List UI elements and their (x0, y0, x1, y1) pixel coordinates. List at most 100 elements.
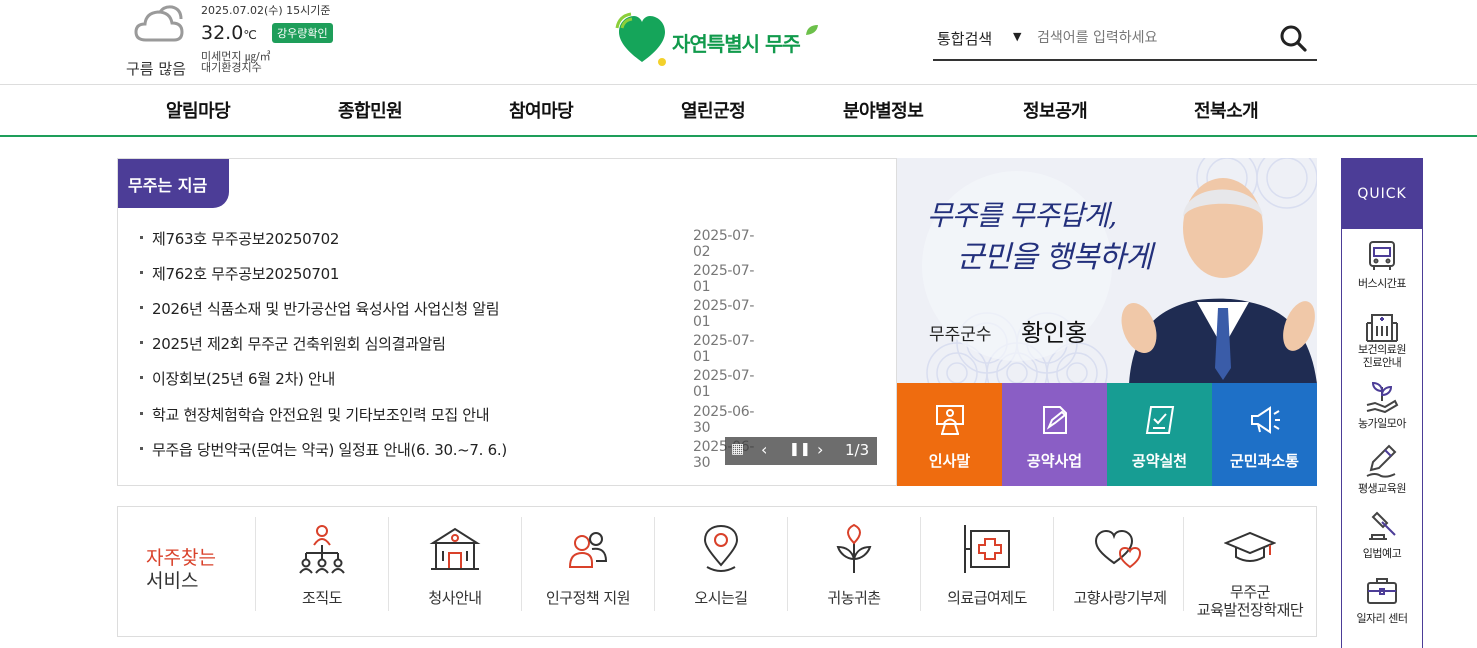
service-return-farm[interactable]: 귀농귀촌 (787, 517, 919, 611)
governor-banner: 무주를 무주답게, 군민을 행복하게 무주군수 황인홍 (897, 158, 1317, 384)
logo-text: 자연특별시 무주 (672, 32, 801, 56)
news-title: 제762호 무주공보20250701 (152, 265, 340, 283)
bullet (140, 376, 143, 379)
quick-health-center[interactable]: 보건의료원 진료안내 (1342, 309, 1422, 373)
news-date: 2025-06-30 (693, 404, 755, 436)
search-scope-select[interactable]: 통합검색 (937, 28, 992, 49)
service-medical-aid[interactable]: 의료급여제도 (920, 517, 1052, 611)
quick-farm-jobs[interactable]: 농가일모아 (1342, 379, 1422, 443)
news-date: 2025-07-01 (693, 263, 755, 295)
weather-temperature: 32.0℃ (201, 22, 257, 44)
quick-menu: QUICK 버스시간표 보건의료원 진료안내 농가일모아 평생교육원 입법예고 일… (1341, 158, 1423, 648)
nav-item-info-disclosure[interactable]: 정보공개 (1023, 97, 1088, 123)
news-title: 학교 현장체험학습 안전요원 및 기타보조인력 모집 안내 (152, 406, 490, 424)
news-date: 2025-07-02 (693, 228, 755, 260)
pen-icon (1366, 444, 1397, 478)
nav-item-open-gov[interactable]: 열린군정 (681, 97, 746, 123)
greeting-label: 인사말 (928, 452, 971, 470)
leaf-icon (806, 25, 818, 35)
temperature-value: 32.0 (201, 22, 244, 44)
service-label: 귀농귀촌 (827, 589, 881, 607)
quick-bus-schedule[interactable]: 버스시간표 (1342, 239, 1422, 303)
bullet (140, 236, 143, 239)
greeting-tile[interactable]: 인사말 (897, 383, 1002, 486)
quick-label: 평생교육원 (1357, 482, 1407, 495)
slider-controls: ▦ ‹ ❚❚ › 1/3 (725, 437, 877, 465)
news-title: 이장회보(25년 6월 2차) 안내 (152, 370, 335, 388)
slide-counter: 1/3 (845, 441, 870, 459)
nav-item-jeonbuk[interactable]: 전북소개 (1194, 97, 1259, 123)
bullet (140, 412, 143, 415)
nav-item-participation[interactable]: 참여마당 (509, 97, 574, 123)
dropdown-arrow-icon[interactable]: ▼ (1013, 30, 1021, 43)
news-date: 2025-07-01 (693, 333, 755, 365)
pledge-project-tile[interactable]: 공약사업 (1002, 383, 1107, 486)
gavel-icon (1369, 511, 1396, 540)
news-item[interactable]: 2026년 식품소재 및 반가공산업 육성사업 사업신청 알림 2025-07-0… (140, 298, 770, 330)
weather-date: 2025.07.02(수) 15시기준 (201, 4, 331, 17)
next-arrow-icon[interactable]: › (817, 440, 823, 459)
service-hometown-donation[interactable]: 고향사랑기부제 (1053, 517, 1185, 611)
nav-item-field-info[interactable]: 분야별정보 (843, 97, 924, 123)
citizen-communication-tile[interactable]: 군민과소통 (1212, 383, 1317, 486)
bullet (140, 306, 143, 309)
location-pin-icon (703, 524, 739, 572)
news-item[interactable]: 무주읍 당번약국(문여는 약국) 일정표 안내(6. 30.~7. 6.) 202… (140, 439, 770, 471)
megaphone-icon (1251, 406, 1280, 434)
plant-hand-icon (1366, 381, 1399, 413)
search-input[interactable] (1037, 24, 1267, 52)
news-item[interactable]: 학교 현장체험학습 안전요원 및 기타보조인력 모집 안내 2025-06-30 (140, 404, 770, 436)
service-population-policy[interactable]: 인구정책 지원 (521, 517, 653, 611)
checklist-icon (1145, 406, 1175, 434)
pledge-practice-tile[interactable]: 공약실천 (1107, 383, 1212, 486)
sprout-icon (836, 523, 872, 573)
pause-icon[interactable]: ❚❚ (789, 442, 811, 457)
graduation-cap-icon (1224, 531, 1276, 562)
search-button[interactable] (1277, 24, 1309, 54)
medical-cross-icon (964, 525, 1010, 573)
hearts-icon (1094, 529, 1142, 569)
quick-job-center[interactable]: 일자리 센터 (1342, 574, 1422, 638)
quick-label: 일자리 센터 (1356, 612, 1408, 625)
quick-label: 입법예고 (1362, 547, 1402, 560)
podium-icon (936, 405, 964, 435)
nav-item-notice[interactable]: 알림마당 (166, 97, 231, 123)
news-item[interactable]: 2025년 제2회 무주군 건축위원회 심의결과알림 2025-07-01 (140, 333, 770, 365)
briefcase-icon (1367, 578, 1397, 604)
grid-view-icon[interactable]: ▦ (731, 441, 744, 457)
service-building-guide[interactable]: 청사안내 (388, 517, 520, 611)
building-icon (429, 527, 481, 570)
governor-name: 황인홍 (1021, 319, 1088, 347)
pledge-project-label: 공약사업 (1026, 452, 1083, 470)
news-tab[interactable]: 무주는 지금 (118, 159, 229, 208)
site-header: 구름 많음 2025.07.02(수) 15시기준 32.0℃ 강우량확인 미세… (0, 0, 1477, 85)
temperature-unit: ℃ (243, 28, 257, 42)
service-directions[interactable]: 오시는길 (654, 517, 786, 611)
people-icon (568, 532, 608, 568)
quick-heading: QUICK (1342, 159, 1422, 229)
news-item[interactable]: 제762호 무주공보20250701 2025-07-01 (140, 263, 770, 295)
site-logo[interactable]: 자연특별시 무주 (615, 12, 825, 68)
news-item[interactable]: 이장회보(25년 6월 2차) 안내 2025-07-01 (140, 368, 770, 400)
news-title: 2026년 식품소재 및 반가공산업 육성사업 사업신청 알림 (152, 300, 500, 318)
services-heading-line2: 서비스 (146, 570, 199, 592)
org-chart-icon (299, 525, 345, 574)
news-item[interactable]: 제763호 무주공보20250702 2025-07-02 (140, 228, 770, 260)
bullet (140, 447, 143, 450)
news-title: 무주읍 당번약국(문여는 약국) 일정표 안내(6. 30.~7. 6.) (152, 441, 507, 459)
quick-legislation-notice[interactable]: 입법예고 (1342, 509, 1422, 573)
quick-lifelong-education[interactable]: 평생교육원 (1342, 444, 1422, 508)
air-index-label: 대기환경지수 (201, 61, 262, 74)
service-org-chart[interactable]: 조직도 (255, 517, 387, 611)
service-education-foundation[interactable]: 무주군 교육발전장학재단 (1183, 517, 1315, 619)
rain-check-button[interactable]: 강우량확인 (272, 23, 333, 43)
bullet (140, 341, 143, 344)
governor-slogan-line1: 무주를 무주답게, (927, 199, 1117, 232)
service-label: 인구정책 지원 (545, 589, 631, 607)
service-label: 오시는길 (694, 589, 748, 607)
prev-arrow-icon[interactable]: ‹ (761, 440, 767, 459)
news-date: 2025-07-01 (693, 298, 755, 330)
hospital-icon (1366, 314, 1398, 342)
service-label: 고향사랑기부제 (1073, 589, 1167, 607)
nav-item-civil[interactable]: 종합민원 (338, 97, 403, 123)
